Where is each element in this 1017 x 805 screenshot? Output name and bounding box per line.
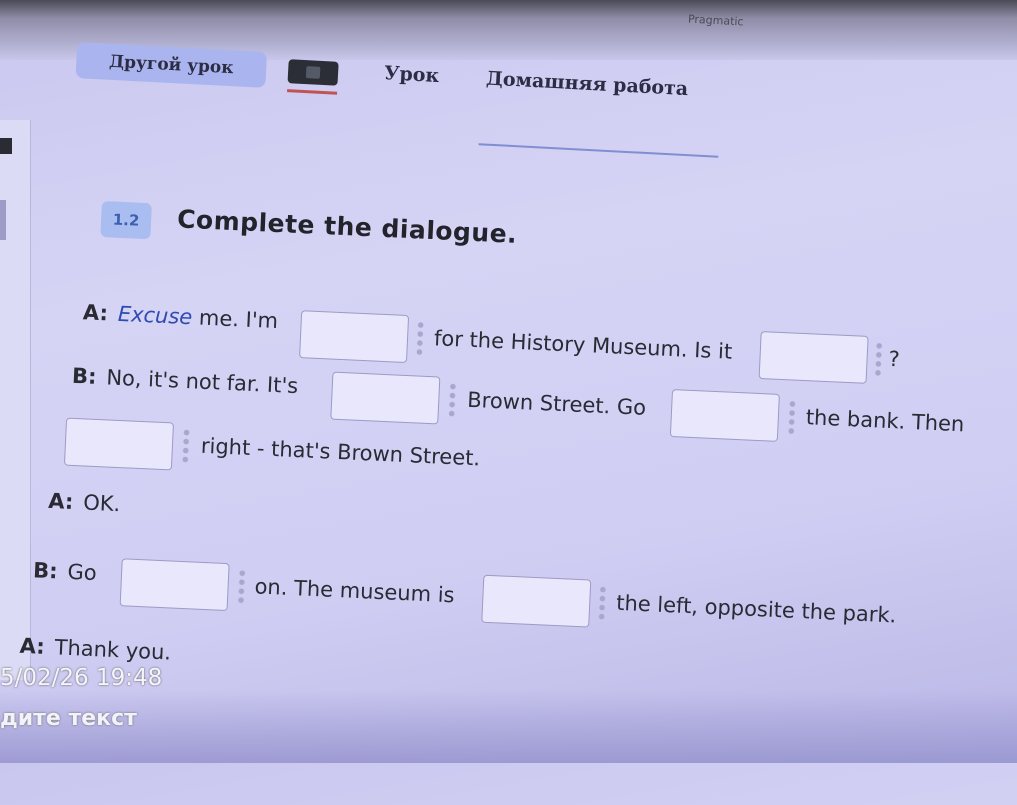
exercise-title: Complete the dialogue. (176, 204, 518, 249)
speaker-label: A: (82, 300, 109, 326)
message-input-placeholder[interactable]: дите текст (0, 706, 137, 731)
photo-timestamp: 5/02/26 19:48 (0, 665, 163, 691)
line-text: OK. (82, 490, 121, 517)
line-text: Go (66, 559, 98, 586)
dialogue-line-1: A: Excuse me. I'm (82, 300, 278, 333)
drag-handle-icon[interactable] (237, 568, 246, 605)
answer-gap-5[interactable] (63, 417, 175, 471)
dialogue-line-6: A: Thank you. (19, 634, 171, 665)
answer-gap-6[interactable] (119, 558, 230, 612)
answer-gap-1[interactable] (299, 310, 410, 363)
user-label: Pragmatic (687, 12, 744, 29)
answer-gap-7[interactable] (481, 574, 592, 628)
dialogue-line-5-b: on. The museum is (254, 574, 456, 608)
drag-handle-icon[interactable] (788, 399, 796, 436)
speaker-label: A: (47, 488, 74, 514)
dialogue-line-5-c: the left, opposite the park. (615, 590, 897, 628)
drag-handle-icon[interactable] (448, 381, 457, 419)
dialogue-line-2-b: Brown Street. Go (466, 387, 647, 420)
line-text: Thank you. (54, 635, 172, 665)
drag-handle-icon[interactable] (598, 584, 607, 622)
drag-handle-icon[interactable] (874, 341, 883, 378)
dialogue-line-2: B: No, it's not far. It's (71, 364, 298, 398)
dialogue-line-4: A: OK. (48, 489, 121, 516)
line-text: No, it's not far. It's (105, 365, 299, 399)
given-word: Excuse (117, 301, 193, 330)
dialogue-line-5: B: Go (33, 558, 98, 585)
answer-gap-2[interactable] (758, 331, 869, 384)
line-text: me. I'm (198, 305, 279, 334)
speaker-label: A: (19, 633, 46, 659)
answer-gap-4[interactable] (669, 389, 780, 442)
dialogue-line-1-b: for the History Museum. Is it (433, 326, 733, 364)
answer-gap-3[interactable] (330, 371, 441, 425)
drag-handle-icon[interactable] (416, 320, 424, 357)
drag-handle-icon[interactable] (182, 427, 190, 465)
exercise-number-badge: 1.2 (100, 200, 152, 240)
speaker-label: B: (32, 558, 59, 584)
dialogue-line-2-c: the bank. Then (805, 405, 965, 437)
dialogue-line-3: right - that's Brown Street. (200, 433, 481, 471)
bottom-overlay-shade (0, 690, 1017, 763)
speaker-label: B: (71, 363, 97, 389)
dialogue-line-1-c: ? (888, 346, 901, 372)
